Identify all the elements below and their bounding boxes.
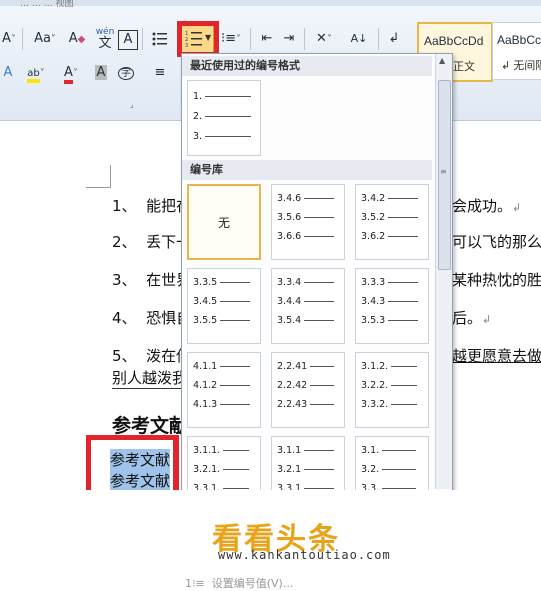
paragraph-mark-icon: ↲ bbox=[501, 60, 511, 72]
list-item-tail[interactable]: 某种热忱的胜利 bbox=[452, 269, 541, 290]
separator bbox=[250, 28, 251, 50]
paragraph-mark-icon: ↲ bbox=[388, 31, 400, 46]
pinyin-char-icon: 文 bbox=[98, 36, 112, 51]
style-no-spacing[interactable]: AaBbCc ↲ 无间隔 bbox=[492, 22, 541, 80]
numbering-format-cell[interactable]: 3.4.2 3.5.2 3.6.2 bbox=[355, 184, 429, 260]
dropdown-scrollbar[interactable]: ▲ ≡ bbox=[435, 54, 452, 489]
list-item[interactable]: 2、 丢下一 bbox=[112, 231, 191, 252]
watermark-url: www.kankantoutiao.com bbox=[218, 548, 391, 562]
multilevel-list-icon: ⁝≡ bbox=[220, 31, 237, 46]
separator bbox=[142, 28, 143, 50]
margin-corner-mark bbox=[86, 165, 111, 188]
numbering-format-cell[interactable]: 3.4.6 3.5.6 3.6.6 bbox=[271, 184, 345, 260]
align-left-button[interactable]: ≡ bbox=[150, 62, 170, 84]
increase-indent-button[interactable]: ⇥ bbox=[280, 28, 298, 50]
scroll-up-icon[interactable]: ▲ bbox=[439, 56, 445, 65]
numbering-none-cell[interactable]: 无 bbox=[187, 184, 261, 260]
references-heading[interactable]: 参考文献 bbox=[112, 411, 188, 438]
align-left-icon: ≡ bbox=[154, 65, 166, 80]
numbering-value-icon: 1⁝≡ bbox=[185, 577, 205, 590]
numbering-format-cell[interactable]: 4.1.1 4.1.2 4.1.3 bbox=[187, 352, 261, 428]
chinese-layout-icon: ✕ bbox=[316, 31, 327, 46]
list-item[interactable]: 1、 能把在 bbox=[112, 195, 191, 216]
numbering-library-dropdown[interactable]: 最近使用过的编号格式 1. 2. 3. 编号库 无 3.4.6 3.5.6 3.… bbox=[181, 53, 453, 492]
separator bbox=[378, 28, 379, 50]
numbering-highlight-box bbox=[177, 21, 219, 57]
list-item[interactable]: 3、 在世界 bbox=[112, 269, 191, 290]
list-item-tail[interactable]: 越更愿意去做一 bbox=[452, 345, 541, 366]
selection-highlight-edge bbox=[173, 435, 179, 490]
clear-format-button[interactable]: A◆ bbox=[66, 28, 88, 50]
watermark-area: 看看头条 www.kankantoutiao.com 1⁝≡ 设置编号值(V).… bbox=[0, 490, 541, 590]
font-dialog-launcher-icon[interactable]: ⌟ bbox=[130, 100, 134, 109]
show-marks-button[interactable]: ↲ bbox=[384, 28, 404, 50]
list-item-tail[interactable]: 可以飞的那么高 bbox=[452, 231, 541, 252]
char-shading-icon: A bbox=[94, 65, 108, 80]
recent-format-cell[interactable]: 1. 2. 3. bbox=[187, 80, 261, 156]
char-border-button[interactable]: A bbox=[118, 30, 138, 50]
list-item[interactable]: 5、 泼在你 bbox=[112, 345, 191, 366]
separator bbox=[22, 28, 23, 50]
bullets-button[interactable] bbox=[150, 28, 170, 50]
pinyin-guide-button[interactable]: wén 文 bbox=[94, 26, 116, 51]
list-item[interactable]: 4、 恐惧自 bbox=[112, 307, 191, 328]
char-shading-button[interactable]: A bbox=[92, 62, 110, 84]
eraser-icon: ◆ bbox=[77, 34, 86, 45]
chinese-layout-button[interactable]: ✕˅ bbox=[310, 28, 338, 50]
numbering-format-cell[interactable]: 3.3.5 3.4.5 3.5.5 bbox=[187, 268, 261, 344]
decrease-indent-button[interactable]: ⇤ bbox=[258, 28, 276, 50]
text-effect-button[interactable]: A bbox=[0, 62, 16, 84]
numbering-format-cell[interactable]: 2.2.41 2.2.42 2.2.43 bbox=[271, 352, 345, 428]
numbering-format-cell[interactable]: 3.1.1. 3.2.1. 3.3.1. bbox=[187, 436, 261, 491]
numbering-format-cell[interactable]: 3.1. 3.2. 3.3. bbox=[355, 436, 429, 491]
highlight-color-button[interactable]: ab˅ bbox=[22, 62, 50, 84]
set-numbering-value-menu-item[interactable]: 1⁝≡ 设置编号值(V)... bbox=[185, 575, 293, 591]
multilevel-list-button[interactable]: ⁝≡˅ bbox=[220, 28, 242, 50]
numbering-format-cell[interactable]: 3.3.4 3.4.4 3.5.4 bbox=[271, 268, 345, 344]
text-effect-icon: A bbox=[3, 65, 13, 80]
decrease-indent-icon: ⇤ bbox=[261, 31, 273, 46]
numbering-format-cell[interactable]: 3.3.3 3.4.3 3.5.3 bbox=[355, 268, 429, 344]
numbering-format-cell[interactable]: 3.1.1 3.2.1 3.3.1 bbox=[271, 436, 345, 491]
separator bbox=[304, 28, 305, 50]
list-item-continuation[interactable]: 别人越泼我 bbox=[112, 367, 188, 389]
sort-button[interactable]: A↓ bbox=[348, 28, 370, 50]
numbering-library-heading: 编号库 bbox=[182, 160, 432, 180]
ribbon-tabs-partial[interactable]: … … … 视图 bbox=[20, 0, 74, 9]
font-color-button[interactable]: A˅ bbox=[56, 62, 86, 84]
scroll-thumb[interactable]: ≡ bbox=[438, 80, 451, 270]
ribbon-tab-strip: … … … 视图 bbox=[0, 0, 541, 9]
sort-icon: A↓ bbox=[350, 32, 368, 45]
highlighter-icon: ab bbox=[27, 68, 40, 83]
change-case-button[interactable]: Aa˅ bbox=[30, 28, 60, 50]
numbering-format-cell[interactable]: 3.1.2. 3.2.2. 3.3.2. bbox=[355, 352, 429, 428]
font-grow-button[interactable]: A˅ bbox=[0, 28, 18, 50]
enclose-char-button[interactable]: 字 bbox=[116, 62, 136, 84]
recent-formats-heading: 最近使用过的编号格式 bbox=[182, 56, 432, 76]
increase-indent-icon: ⇥ bbox=[283, 31, 295, 46]
grip-icon: ≡ bbox=[440, 167, 447, 176]
bullets-icon bbox=[152, 32, 167, 45]
list-item-tail[interactable]: 会成功。↲ bbox=[452, 195, 521, 216]
list-item-tail[interactable]: 后。↲ bbox=[452, 307, 491, 328]
